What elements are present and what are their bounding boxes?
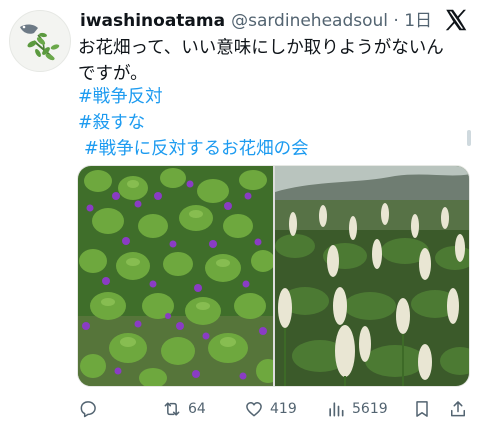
white-flowers-photo[interactable] xyxy=(275,166,470,387)
tweet-text: お花畑って、いい意味にしか取りようがないん ですが。 xyxy=(78,35,470,87)
share-icon xyxy=(451,401,465,417)
display-name[interactable]: iwashinoatama xyxy=(80,11,225,31)
share-button[interactable] xyxy=(448,396,468,422)
like-button[interactable]: 419 xyxy=(244,396,297,422)
fish-branch-avatar-icon xyxy=(20,24,60,61)
bookmark-icon xyxy=(416,401,428,417)
reply-icon xyxy=(80,401,96,418)
tweet-header: iwashinoatama @sardineheadsoul · 1日 xyxy=(80,6,432,31)
retweet-count: 64 xyxy=(188,401,206,417)
x-logo-icon[interactable] xyxy=(443,7,469,33)
view-count: 5619 xyxy=(352,401,388,417)
hashtag-link[interactable]: #戦争に反対するお花畑の会 xyxy=(78,136,309,162)
views-chart-icon xyxy=(329,402,344,417)
handle-and-time[interactable]: @sardineheadsoul · 1日 xyxy=(231,6,432,31)
retweet-button[interactable]: 64 xyxy=(162,396,206,422)
scroll-indicator xyxy=(467,130,471,146)
tweet-text-line-1: お花畑って、いい意味にしか取りようがないん xyxy=(78,38,444,58)
like-count: 419 xyxy=(270,401,297,417)
media-grid xyxy=(77,165,470,387)
retweet-icon xyxy=(164,402,180,416)
tweet-actions: 64 419 5619 xyxy=(76,396,476,422)
reply-button[interactable] xyxy=(78,396,98,422)
bookmark-button[interactable] xyxy=(412,396,432,422)
views-button[interactable]: 5619 xyxy=(326,396,388,422)
hashtag-link[interactable]: #殺すな xyxy=(78,110,309,136)
hashtag-list: #戦争反対 #殺すな #戦争に反対するお花畑の会 xyxy=(78,84,309,162)
avatar[interactable] xyxy=(9,10,71,72)
hashtag-link[interactable]: #戦争反対 xyxy=(78,84,309,110)
heart-icon xyxy=(246,402,262,417)
violets-photo[interactable] xyxy=(78,166,273,387)
